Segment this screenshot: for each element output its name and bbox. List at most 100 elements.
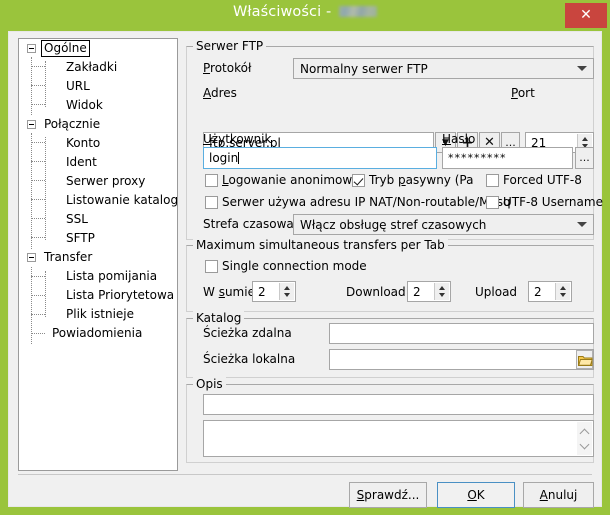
properties-dialog-window: Właściwości - ✕ Ogólne Zakładki URL Wido… xyxy=(0,0,610,515)
download-transfers-spinner[interactable]: 2 xyxy=(407,281,451,302)
password-input[interactable]: ********* xyxy=(442,147,573,169)
tree-item-widok[interactable]: Widok xyxy=(19,96,177,115)
tree-item-konto[interactable]: Konto xyxy=(19,134,177,153)
tree-item-label: Widok xyxy=(66,98,103,112)
address-label: Adres xyxy=(203,86,237,100)
username-value: login xyxy=(209,151,240,165)
timezone-value: Włącz obsługę stref czasowych xyxy=(300,217,487,232)
tree-item-po-cznie[interactable]: Połącznie xyxy=(19,115,177,134)
local-path-input[interactable] xyxy=(329,349,594,370)
window-title-text: Właściwości - xyxy=(232,4,337,20)
download-spinner-buttons[interactable] xyxy=(434,283,449,300)
ok-button[interactable]: OK xyxy=(437,482,515,508)
window-title: Właściwości - xyxy=(0,4,610,20)
tree-item-ident[interactable]: Ident xyxy=(19,153,177,172)
collapse-icon[interactable] xyxy=(27,253,36,262)
tree-item-label: Konto xyxy=(66,136,101,150)
checkbox-box xyxy=(205,260,218,273)
upload-transfers-spinner[interactable]: 2 xyxy=(528,281,572,302)
tree-item-lista-priorytetowa[interactable]: Lista Priorytetowa xyxy=(19,286,177,305)
upload-transfers-value: 2 xyxy=(534,284,542,299)
upload-spinner-buttons[interactable] xyxy=(555,283,570,300)
checkbox-box xyxy=(352,174,365,187)
total-increment-button[interactable] xyxy=(280,283,295,292)
chevron-down-icon xyxy=(577,65,587,72)
download-decrement-button[interactable] xyxy=(435,292,450,301)
protocol-combobox[interactable]: Normalny serwer FTP xyxy=(293,58,594,79)
protocol-label: Protokół xyxy=(203,61,252,75)
description-scrollbar[interactable] xyxy=(577,422,592,455)
redacted-title-block xyxy=(339,6,378,17)
tree-item-label: URL xyxy=(66,79,90,93)
settings-tree[interactable]: Ogólne Zakładki URL Widok Połącznie Konto Iden… xyxy=(18,38,178,471)
port-label: Port xyxy=(511,86,535,100)
remote-path-input[interactable] xyxy=(329,323,594,344)
transfers-group-title: Maximum simultaneous transfers per Tab xyxy=(193,238,448,252)
footer-separator xyxy=(18,474,592,475)
tree-item-ssl[interactable]: SSL xyxy=(19,210,177,229)
nat-address-label: Serwer używa adresu IP NAT/Non-routable/… xyxy=(222,195,511,209)
tree-item-label: SSL xyxy=(66,212,88,226)
tree-item-og-lne[interactable]: Ogólne xyxy=(19,39,177,58)
upload-transfers-label: Upload xyxy=(475,285,518,299)
download-transfers-label: Download xyxy=(346,285,406,299)
tree-item-label: SFTP xyxy=(66,231,95,245)
total-transfers-label: W sumie xyxy=(203,285,255,299)
tree-item-transfer[interactable]: Transfer xyxy=(19,248,177,267)
ellipsis-icon: ... xyxy=(579,151,590,164)
upload-increment-button[interactable] xyxy=(556,283,571,292)
tree-item-label: Powiadomienia xyxy=(52,326,143,340)
username-input[interactable]: login xyxy=(203,147,437,169)
tree-item-label: Transfer xyxy=(44,250,93,264)
checkbox-box xyxy=(486,196,499,209)
username-label: Użytkownik xyxy=(203,132,272,146)
total-spinner-buttons[interactable] xyxy=(279,283,294,300)
close-button[interactable]: ✕ xyxy=(565,3,607,28)
tree-node-list: Ogólne Zakładki URL Widok Połącznie Konto Iden… xyxy=(19,39,177,343)
checkbox-box xyxy=(486,174,499,187)
password-more-button[interactable]: ... xyxy=(575,147,594,169)
protocol-value: Normalny serwer FTP xyxy=(300,61,428,76)
passive-mode-label: Tryb pasywny (Pa xyxy=(369,173,474,187)
tree-item-listowanie-katalog-w[interactable]: Listowanie katalogów xyxy=(19,191,177,210)
tree-item-label: Lista pomijania xyxy=(66,269,158,283)
download-transfers-value: 2 xyxy=(413,284,421,299)
ftp-server-group-title: Serwer FTP xyxy=(193,39,267,53)
timezone-label: Strefa czasowa xyxy=(203,217,294,231)
local-path-browse-button[interactable] xyxy=(576,350,593,369)
tree-item-label: Ident xyxy=(66,155,97,169)
tree-item-label: Listowanie katalogów xyxy=(66,193,178,207)
total-decrement-button[interactable] xyxy=(280,292,295,301)
title-bar: Właściwości - ✕ xyxy=(0,0,610,31)
tree-item-powiadomienia[interactable]: Powiadomienia xyxy=(19,324,177,343)
timezone-combobox[interactable]: Włącz obsługę stref czasowych xyxy=(293,214,594,235)
directory-group-title: Katalog xyxy=(193,311,245,325)
port-increment-button[interactable] xyxy=(578,134,593,143)
total-transfers-spinner[interactable]: 2 xyxy=(252,281,296,302)
remote-path-label: Ścieżka zdalna xyxy=(203,326,292,340)
scroll-down-icon[interactable] xyxy=(577,437,592,453)
password-value: ********* xyxy=(448,151,507,165)
tree-item-zak-adki[interactable]: Zakładki xyxy=(19,58,177,77)
chevron-down-icon xyxy=(577,221,587,228)
tree-item-label: Zakładki xyxy=(66,60,118,74)
description-line-input[interactable] xyxy=(203,394,594,415)
single-connection-label: Single connection mode xyxy=(222,259,367,273)
download-increment-button[interactable] xyxy=(435,283,450,292)
collapse-icon[interactable] xyxy=(27,120,36,129)
check-button[interactable]: Sprawdź... xyxy=(349,482,427,508)
tree-item-label: Serwer proxy xyxy=(66,174,146,188)
description-textarea[interactable] xyxy=(203,420,594,457)
total-transfers-value: 2 xyxy=(258,284,266,299)
tree-item-serwer-proxy[interactable]: Serwer proxy xyxy=(19,172,177,191)
password-label: Hasło xyxy=(442,132,476,146)
upload-decrement-button[interactable] xyxy=(556,292,571,301)
tree-item-plik-istnieje[interactable]: Plik istnieje xyxy=(19,305,177,324)
tree-item-url[interactable]: URL xyxy=(19,77,177,96)
collapse-icon[interactable] xyxy=(27,44,36,53)
tree-item-sftp[interactable]: SFTP xyxy=(19,229,177,248)
cancel-button[interactable]: Anuluj xyxy=(523,482,594,508)
close-icon: ✕ xyxy=(580,7,592,23)
tree-item-lista-pomijania[interactable]: Lista pomijania xyxy=(19,267,177,286)
text-caret xyxy=(238,152,240,164)
